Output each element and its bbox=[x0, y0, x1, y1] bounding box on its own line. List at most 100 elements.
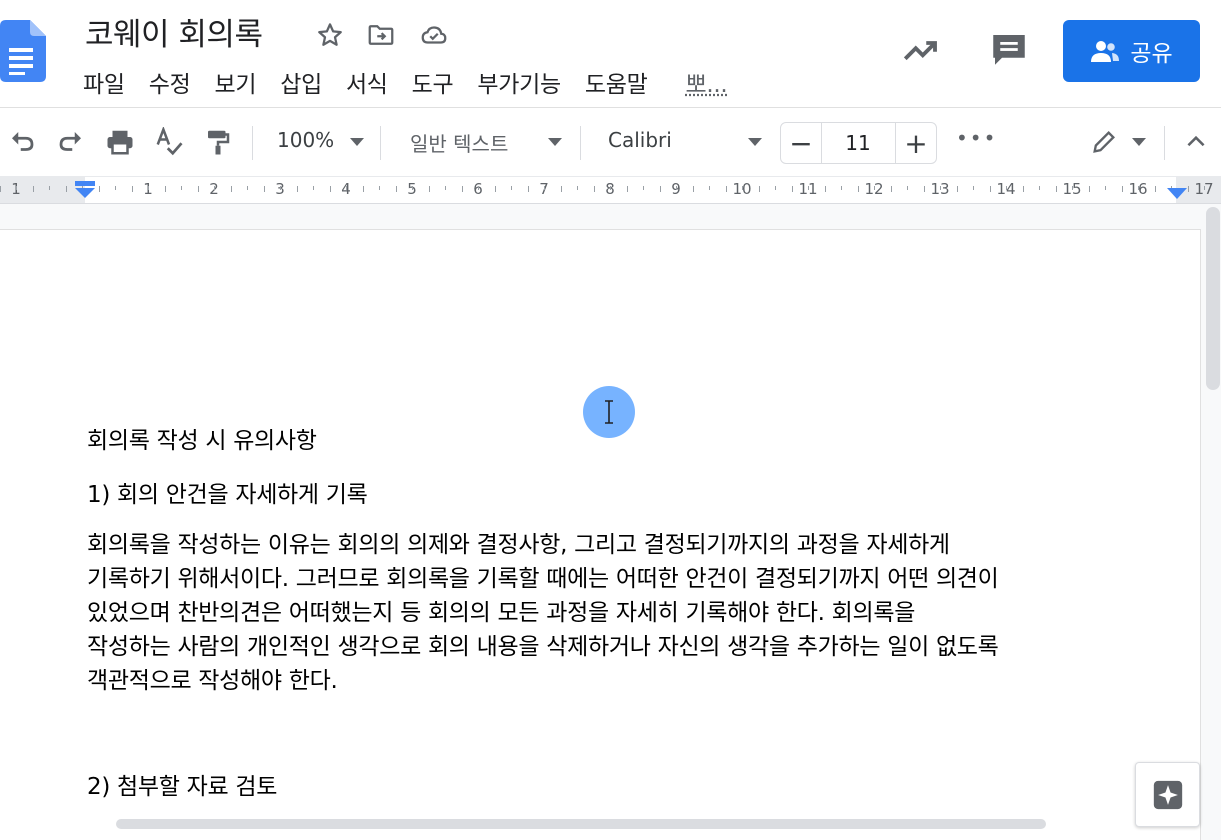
menu-help[interactable]: 도움말 bbox=[585, 65, 648, 97]
doc-paragraph-line[interactable]: 기록하기 위해서이다. 그러므로 회의록을 기록할 때에는 어떠한 안건이 결정… bbox=[87, 562, 1187, 596]
menu-insert[interactable]: 삽입 bbox=[280, 65, 322, 97]
ruler-tick bbox=[990, 186, 991, 192]
ruler-tick bbox=[891, 186, 892, 192]
menu-file[interactable]: 파일 bbox=[83, 65, 125, 97]
spellcheck-icon bbox=[154, 127, 184, 157]
ruler-tick bbox=[775, 186, 776, 190]
redo-icon bbox=[56, 127, 86, 157]
zoom-caret-icon[interactable] bbox=[350, 138, 364, 146]
paint-format-button[interactable] bbox=[198, 122, 238, 162]
ruler-tick bbox=[940, 186, 941, 190]
right-indent-marker-icon[interactable] bbox=[1166, 187, 1188, 201]
doc-paragraph-line[interactable]: 객관적으로 작성해야 한다. bbox=[87, 664, 1187, 698]
ruler-tick bbox=[66, 186, 67, 192]
cloud-saved-icon[interactable] bbox=[419, 20, 449, 50]
ruler-tick bbox=[165, 186, 166, 192]
style-select[interactable]: 일반 텍스트 bbox=[410, 128, 508, 157]
ruler-tick bbox=[1122, 186, 1123, 192]
ruler-tick bbox=[1105, 186, 1106, 190]
menu-edit[interactable]: 수정 bbox=[149, 65, 191, 97]
activity-trend-icon[interactable] bbox=[900, 29, 942, 71]
zoom-select[interactable]: 100% bbox=[277, 128, 334, 152]
ruler-tick bbox=[181, 186, 182, 190]
ruler-tick bbox=[825, 186, 826, 192]
doc-paragraph-line[interactable]: 있었으며 찬반의견은 어떠했는지 등 회의의 모든 과정을 자세히 기록해야 한… bbox=[87, 596, 1187, 630]
toolbar-separator bbox=[252, 126, 253, 160]
comments-icon[interactable] bbox=[988, 28, 1030, 70]
edit-mode-caret-icon[interactable] bbox=[1132, 138, 1146, 146]
doc-paragraph-line[interactable]: 작성하는 사람의 개인적인 생각으로 회의 내용을 삭제하거나 자신의 생각을 … bbox=[87, 630, 1187, 664]
share-person-icon bbox=[1090, 38, 1120, 64]
ruler-tick bbox=[429, 186, 430, 192]
ruler-tick bbox=[709, 186, 710, 190]
cursor-highlight bbox=[583, 386, 635, 438]
ruler-tick bbox=[528, 186, 529, 192]
more-tools-button[interactable]: ••• bbox=[956, 126, 997, 150]
ruler-tick bbox=[808, 186, 809, 190]
ruler-tick bbox=[1056, 186, 1057, 192]
font-select[interactable]: Calibri bbox=[608, 128, 672, 152]
menu-format[interactable]: 서식 bbox=[346, 65, 388, 97]
ruler-tick bbox=[676, 186, 677, 190]
font-size-control: − 11 + bbox=[780, 122, 937, 164]
font-caret-icon[interactable] bbox=[748, 138, 762, 146]
increase-font-size-button[interactable]: + bbox=[895, 123, 936, 163]
ruler-tick bbox=[445, 186, 446, 190]
ruler-tick bbox=[313, 186, 314, 190]
redo-button[interactable] bbox=[51, 122, 91, 162]
doc-paragraph-line[interactable]: 회의록을 작성하는 이유는 회의의 의제와 결정사항, 그리고 결정되기까지의 … bbox=[87, 528, 1187, 562]
ruler-tick bbox=[412, 186, 413, 190]
ruler-tick bbox=[1204, 186, 1205, 190]
spellcheck-button[interactable] bbox=[149, 122, 189, 162]
ruler-tick bbox=[577, 186, 578, 190]
undo-button[interactable] bbox=[2, 122, 42, 162]
toolbar-separator bbox=[580, 126, 581, 160]
print-button[interactable] bbox=[100, 122, 140, 162]
decrease-font-size-button[interactable]: − bbox=[781, 123, 822, 163]
horizontal-scrollbar[interactable] bbox=[116, 819, 1046, 829]
ruler-tick bbox=[1023, 186, 1024, 192]
paint-format-icon bbox=[203, 127, 233, 157]
document-title[interactable]: 코웨이 회의록 bbox=[85, 9, 262, 54]
docs-logo-icon[interactable] bbox=[0, 20, 46, 82]
style-caret-icon[interactable] bbox=[548, 138, 562, 146]
menu-tools[interactable]: 도구 bbox=[412, 65, 454, 97]
ruler-tick bbox=[33, 186, 34, 192]
doc-item-1[interactable]: 1) 회의 안건을 자세하게 기록 bbox=[87, 478, 1187, 512]
collapse-menus-button[interactable] bbox=[1176, 122, 1216, 162]
print-icon bbox=[105, 127, 135, 157]
ruler-tick bbox=[346, 186, 347, 190]
explore-button[interactable] bbox=[1135, 762, 1200, 827]
menu-addons[interactable]: 부가기능 bbox=[477, 65, 560, 97]
doc-heading[interactable]: 회의록 작성 시 유의사항 bbox=[87, 424, 1187, 458]
collapse-chevron-icon bbox=[1183, 129, 1209, 155]
ruler-tick bbox=[544, 186, 545, 190]
left-indent-marker-icon[interactable] bbox=[73, 181, 97, 201]
explore-icon bbox=[1151, 778, 1185, 812]
ruler-tick bbox=[462, 186, 463, 192]
edit-mode-button[interactable] bbox=[1084, 122, 1124, 162]
ruler-tick bbox=[379, 186, 380, 190]
ruler[interactable]: 11234567891011121314151617 bbox=[0, 176, 1221, 204]
ruler-tick bbox=[1039, 186, 1040, 190]
star-icon[interactable] bbox=[315, 20, 345, 50]
ruler-tick bbox=[1155, 186, 1156, 192]
ruler-tick bbox=[841, 186, 842, 190]
toolbar-separator bbox=[1164, 126, 1165, 160]
ruler-tick bbox=[0, 186, 1, 192]
menu-last-edit[interactable]: 뽀... bbox=[685, 65, 727, 97]
ruler-tick bbox=[478, 186, 479, 190]
move-to-folder-icon[interactable] bbox=[366, 20, 396, 50]
menu-bar: 파일 수정 보기 삽입 서식 도구 부가기능 도움말 뽀... bbox=[83, 65, 751, 97]
share-button[interactable]: 공유 bbox=[1063, 20, 1200, 82]
vertical-scrollbar[interactable] bbox=[1206, 207, 1220, 390]
ruler-tick bbox=[858, 186, 859, 192]
menu-view[interactable]: 보기 bbox=[214, 65, 256, 97]
ruler-scale: 11234567891011121314151617 bbox=[0, 177, 1221, 203]
ruler-tick bbox=[231, 186, 232, 192]
ruler-tick bbox=[957, 186, 958, 192]
undo-icon bbox=[7, 127, 37, 157]
ruler-tick bbox=[198, 186, 199, 192]
doc-item-2[interactable]: 2) 첨부할 자료 검토 bbox=[87, 770, 1187, 804]
font-size-input[interactable]: 11 bbox=[822, 123, 894, 163]
